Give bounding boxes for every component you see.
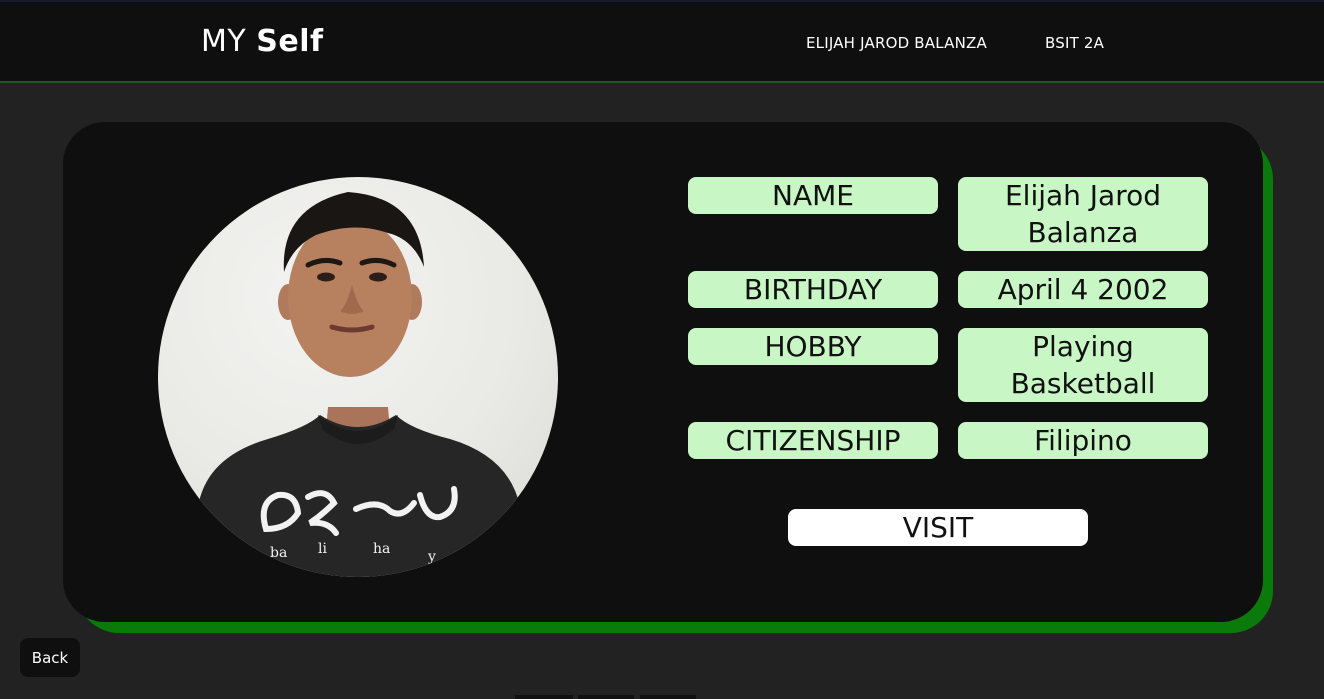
birthday-label: BIRTHDAY — [688, 271, 938, 308]
citizenship-value: Filipino — [958, 422, 1208, 459]
name-label: NAME — [688, 177, 938, 214]
citizenship-label: CITIZENSHIP — [688, 422, 938, 459]
bottom-edge-stub — [640, 695, 696, 699]
bottom-edge-stub — [578, 695, 634, 699]
birthday-value: April 4 2002 — [958, 271, 1208, 308]
profile-card: ba li ha y NAME Elijah Jarod Balanza BIR… — [63, 122, 1263, 622]
brand-logo[interactable]: MY Self — [201, 24, 324, 59]
shirt-text-ba: ba — [270, 545, 287, 561]
shirt-text-li: li — [318, 541, 327, 557]
hobby-value: Playing Basketball — [958, 328, 1208, 402]
profile-photo: ba li ha y — [158, 177, 558, 577]
bottom-edge-stub — [515, 695, 573, 699]
nav-link-name[interactable]: ELIJAH JAROD BALANZA — [806, 34, 987, 52]
site-header: MY Self ELIJAH JAROD BALANZA BSIT 2A — [0, 2, 1324, 83]
brand-logo-bold: Self — [256, 24, 324, 59]
name-value: Elijah Jarod Balanza — [958, 177, 1208, 251]
visit-button[interactable]: VISIT — [788, 509, 1088, 546]
shirt-text-y: y — [427, 549, 436, 565]
back-button[interactable]: Back — [20, 638, 80, 677]
brand-logo-light: MY — [201, 24, 257, 59]
shirt-text-ha: ha — [373, 541, 390, 557]
hobby-label: HOBBY — [688, 328, 938, 365]
nav-link-section[interactable]: BSIT 2A — [1045, 34, 1104, 52]
portrait-illustration: ba li ha y — [198, 192, 530, 577]
